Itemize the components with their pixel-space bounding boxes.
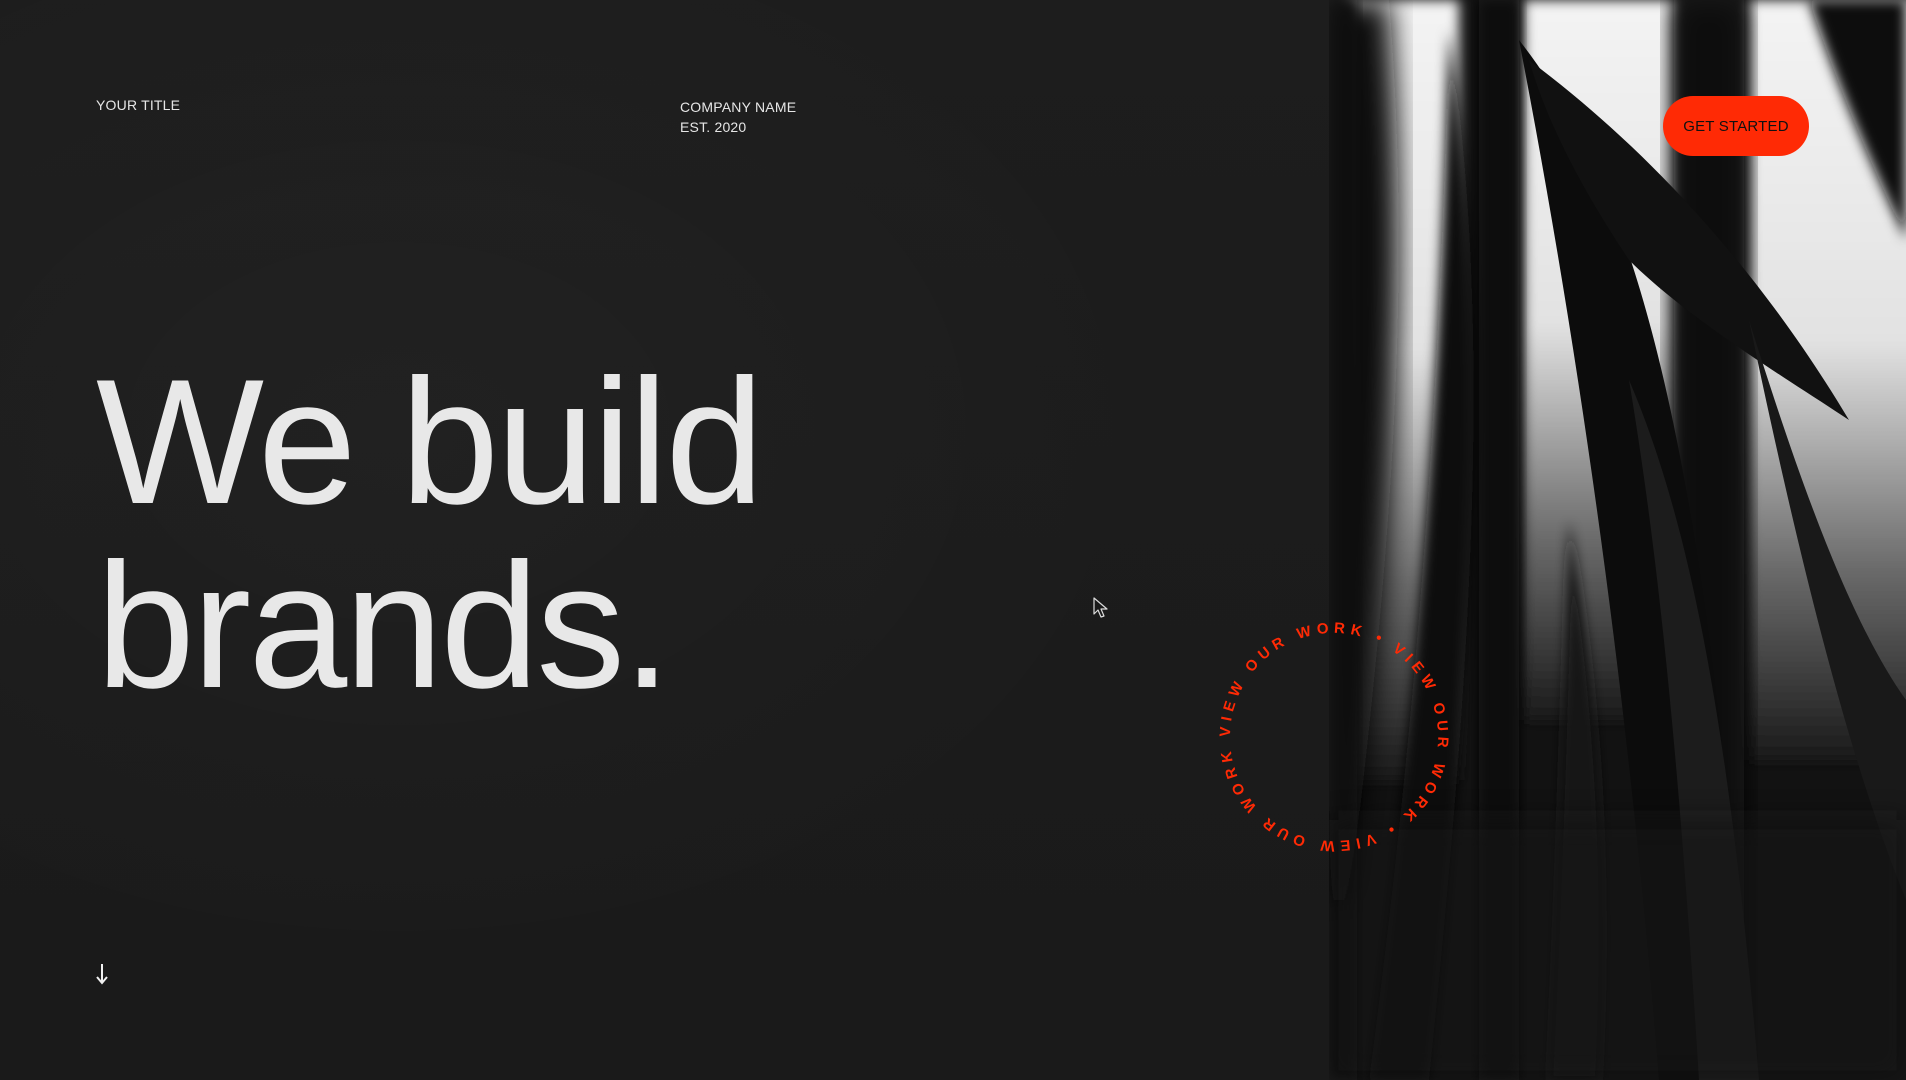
hero-line-2: brands. (96, 526, 672, 725)
hero-headline: We build brands. (96, 342, 764, 725)
hero-line-1: We build (96, 342, 764, 541)
view-our-work-badge[interactable]: VIEW OUR WORK • VIEW OUR WORK • VIEW OUR… (1209, 612, 1459, 862)
established-year: EST. 2020 (680, 119, 747, 135)
company-name: COMPANY NAME (680, 99, 797, 115)
mouse-pointer-icon (1093, 597, 1108, 618)
leaves-photo-graphic (1329, 0, 1906, 1080)
hero-photo (1329, 0, 1906, 1080)
your-title-label: YOUR TITLE (96, 97, 181, 113)
company-info: COMPANY NAME EST. 2020 (680, 97, 796, 137)
arrow-down-icon[interactable] (94, 962, 110, 986)
get-started-button[interactable]: GET STARTED (1663, 96, 1809, 156)
badge-text: VIEW OUR WORK • VIEW OUR WORK • VIEW OUR… (1209, 612, 1446, 854)
landing-page: YOUR TITLE COMPANY NAME EST. 2020 We bui… (0, 0, 1906, 1080)
svg-text:VIEW OUR WORK • VIEW OUR WORK: VIEW OUR WORK • VIEW OUR WORK • VIEW OUR… (1209, 612, 1451, 854)
